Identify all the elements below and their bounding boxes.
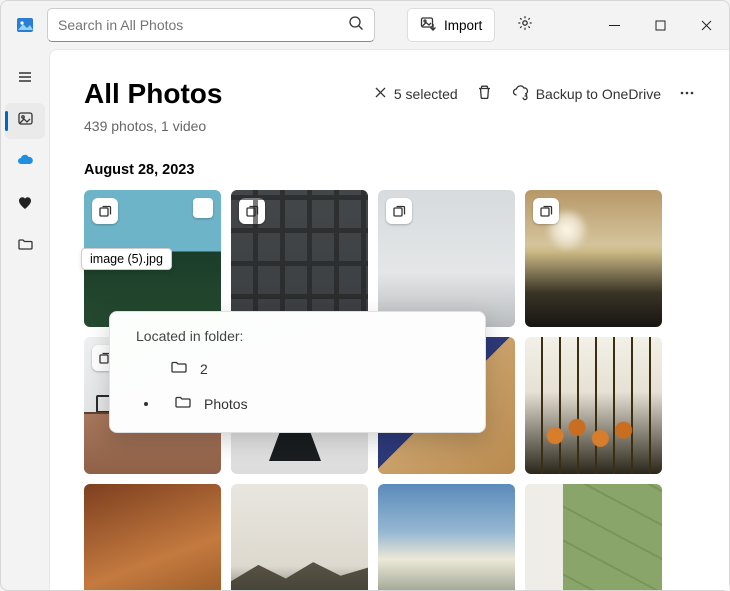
stack-icon[interactable] bbox=[239, 198, 265, 224]
sidebar-item-all-photos[interactable] bbox=[5, 103, 45, 139]
flyout-folder-row[interactable]: 2 bbox=[170, 358, 459, 379]
photo-thumbnail[interactable] bbox=[525, 190, 662, 327]
date-group-header[interactable]: August 28, 2023 bbox=[84, 162, 695, 178]
photo-thumbnail[interactable] bbox=[84, 484, 221, 590]
photo-thumbnail[interactable] bbox=[525, 484, 662, 590]
folder-icon bbox=[17, 236, 34, 258]
import-label: Import bbox=[444, 18, 482, 33]
menu-icon bbox=[17, 69, 33, 90]
bullet-icon bbox=[144, 402, 148, 406]
page-header: All Photos 5 selected Backup to OneDrive bbox=[84, 78, 695, 110]
settings-button[interactable] bbox=[507, 8, 543, 42]
photo-thumbnail[interactable] bbox=[378, 484, 515, 590]
photo-thumbnail[interactable] bbox=[378, 190, 515, 327]
page-subtitle: 439 photos, 1 video bbox=[84, 118, 695, 134]
folder-name: 2 bbox=[200, 361, 208, 377]
checkbox[interactable] bbox=[193, 198, 213, 218]
ellipsis-icon bbox=[679, 85, 695, 104]
close-icon bbox=[373, 85, 388, 103]
flyout-folder-row[interactable]: Photos bbox=[144, 393, 459, 414]
stack-icon[interactable] bbox=[386, 198, 412, 224]
backup-label: Backup to OneDrive bbox=[536, 86, 661, 102]
location-flyout: Located in folder: 2 Photos bbox=[109, 311, 486, 433]
sidebar-item-onedrive[interactable] bbox=[5, 145, 45, 181]
filename-tooltip: image (5).jpg bbox=[81, 248, 172, 270]
delete-button[interactable] bbox=[476, 84, 493, 104]
folder-name: Photos bbox=[204, 396, 248, 412]
search-input[interactable] bbox=[58, 17, 348, 33]
selected-label: 5 selected bbox=[394, 86, 458, 102]
stack-icon[interactable] bbox=[92, 198, 118, 224]
flyout-title: Located in folder: bbox=[136, 328, 459, 344]
gallery-icon bbox=[17, 110, 34, 132]
trash-icon bbox=[476, 84, 493, 104]
import-button[interactable]: Import bbox=[407, 8, 495, 42]
more-button[interactable] bbox=[679, 85, 695, 104]
heart-icon bbox=[17, 195, 33, 216]
gear-icon bbox=[516, 14, 534, 37]
folder-icon bbox=[174, 393, 192, 414]
minimize-button[interactable] bbox=[591, 8, 637, 42]
app-icon bbox=[11, 11, 39, 39]
photo-thumbnail[interactable] bbox=[525, 337, 662, 474]
maximize-button[interactable] bbox=[637, 8, 683, 42]
cloud-icon bbox=[16, 152, 34, 175]
sidebar-item-folders[interactable] bbox=[5, 229, 45, 265]
cloud-sync-icon bbox=[511, 83, 530, 105]
backup-button[interactable]: Backup to OneDrive bbox=[511, 83, 661, 105]
page-title: All Photos bbox=[84, 78, 355, 110]
photo-thumbnail[interactable] bbox=[231, 190, 368, 327]
folder-icon bbox=[170, 358, 188, 379]
sidebar-item-menu[interactable] bbox=[5, 61, 45, 97]
sidebar bbox=[1, 49, 49, 590]
search-icon[interactable] bbox=[348, 15, 364, 36]
photo-thumbnail[interactable] bbox=[231, 484, 368, 590]
titlebar: Import bbox=[1, 1, 729, 49]
import-icon bbox=[420, 15, 438, 36]
sidebar-item-favorites[interactable] bbox=[5, 187, 45, 223]
stack-icon[interactable] bbox=[533, 198, 559, 224]
close-button[interactable] bbox=[683, 8, 729, 42]
window-controls bbox=[591, 8, 729, 42]
search-box[interactable] bbox=[47, 8, 375, 42]
clear-selection-button[interactable]: 5 selected bbox=[373, 85, 458, 103]
